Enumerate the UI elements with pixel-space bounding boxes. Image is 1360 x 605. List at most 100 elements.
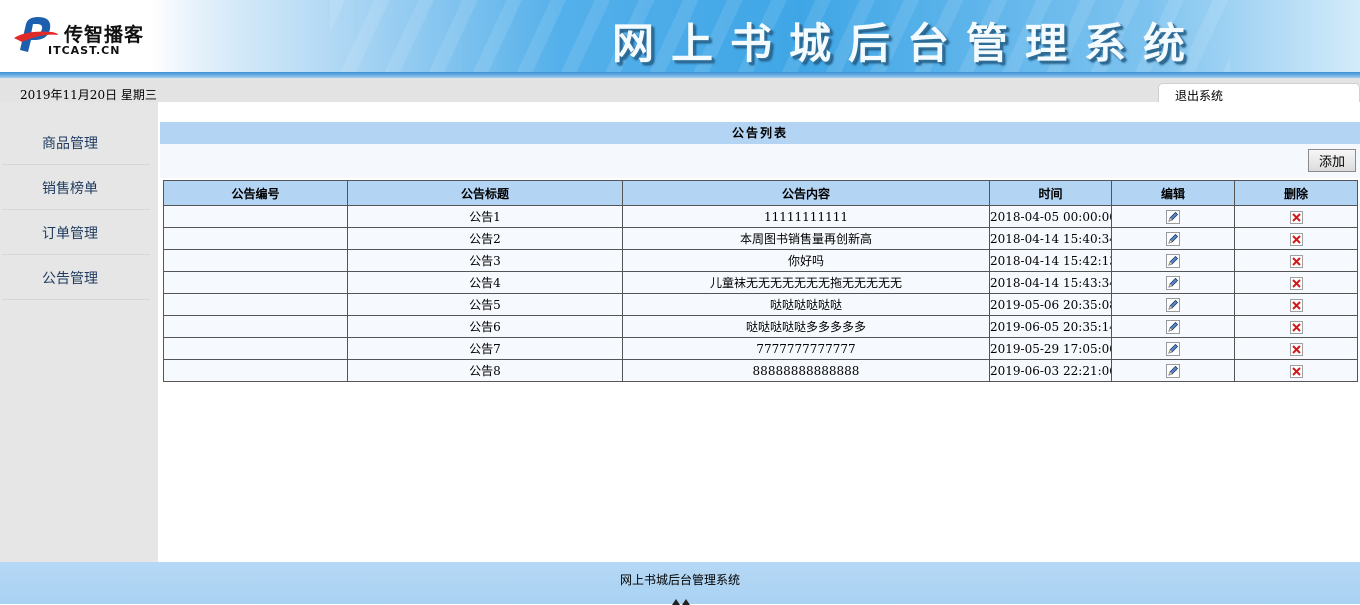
brand-name-cn: 传智播客: [64, 24, 145, 46]
notice-id: [163, 271, 348, 294]
edit-cell: [1111, 315, 1235, 338]
delete-cell: [1234, 271, 1358, 294]
sidebar-nav: 商品管理 销售榜单 订单管理 公告管理: [0, 102, 158, 562]
system-title: 网上书城后台管理系统: [612, 19, 1203, 68]
notice-table: 公告编号 公告标题 公告内容 时间 编辑 删除 公告1 11111111111 20…: [163, 180, 1358, 382]
edit-cell: [1111, 337, 1235, 360]
column-header-id: 公告编号: [163, 180, 348, 206]
delete-icon[interactable]: [1289, 364, 1303, 378]
notice-time: 2019-06-03 22:21:06.0: [989, 359, 1112, 382]
table-header-row: 公告编号 公告标题 公告内容 时间 编辑 删除: [163, 180, 1358, 206]
delete-cell: [1234, 227, 1358, 250]
main-content: 公告列表 添加 公告编号 公告标题 公告内容 时间 编辑 删除 公告1 11111…: [160, 102, 1360, 562]
delete-cell: [1234, 337, 1358, 360]
delete-cell: [1234, 205, 1358, 228]
notice-content: 本周图书销售量再创新高: [622, 227, 990, 250]
notice-title: 公告8: [347, 359, 623, 382]
table-row: 公告5哒哒哒哒哒哒2019-05-06 20:35:08.0: [163, 293, 1358, 316]
brand-logo: 传智播客 ITCAST.CN: [12, 14, 152, 60]
notice-time: 2018-04-14 15:42:13.0: [989, 249, 1112, 272]
notice-time: 2018-04-14 15:43:34.0: [989, 271, 1112, 294]
column-header-time: 时间: [989, 180, 1112, 206]
notice-title: 公告7: [347, 337, 623, 360]
edit-cell: [1111, 205, 1235, 228]
notice-content: 你好吗: [622, 249, 990, 272]
current-date: 2019年11月20日 星期三: [20, 88, 157, 102]
add-notice-button[interactable]: 添加: [1308, 149, 1356, 172]
table-row: 公告8888888888888882019-06-03 22:21:06.0: [163, 359, 1358, 382]
notice-content: 哒哒哒哒哒哒: [622, 293, 990, 316]
notice-title: 公告1: [347, 205, 623, 228]
table-row: 公告777777777777772019-05-29 17:05:00.0: [163, 337, 1358, 360]
edit-cell: [1111, 359, 1235, 382]
notice-id: [163, 359, 348, 382]
notice-time: 2018-04-14 15:40:34.0: [989, 227, 1112, 250]
app-header: 传智播客 ITCAST.CN 网上书城后台管理系统: [0, 0, 1360, 72]
notice-title: 公告5: [347, 293, 623, 316]
notice-title: 公告6: [347, 315, 623, 338]
sidebar-item-label: 销售榜单: [42, 181, 98, 197]
notice-title: 公告3: [347, 249, 623, 272]
delete-cell: [1234, 249, 1358, 272]
column-header-content: 公告内容: [622, 180, 990, 206]
sidebar-item-orders[interactable]: 订单管理: [2, 210, 150, 255]
edit-cell: [1111, 227, 1235, 250]
list-title: 公告列表: [160, 122, 1360, 144]
notice-content: 7777777777777: [622, 337, 990, 360]
column-header-edit: 编辑: [1111, 180, 1235, 206]
delete-cell: [1234, 315, 1358, 338]
edit-icon[interactable]: [1166, 341, 1180, 356]
list-toolbar: 添加: [160, 144, 1360, 178]
notice-id: [163, 337, 348, 360]
delete-icon[interactable]: [1289, 254, 1303, 268]
delete-icon[interactable]: [1289, 210, 1303, 224]
edit-icon[interactable]: [1166, 319, 1180, 334]
edit-icon[interactable]: [1166, 297, 1180, 312]
column-header-title: 公告标题: [347, 180, 623, 206]
delete-cell: [1234, 359, 1358, 382]
notice-time: 2019-05-29 17:05:00.0: [989, 337, 1112, 360]
notice-table-body: 公告1111111111112018-04-05 00:00:00.0公告2本周…: [163, 205, 1358, 382]
edit-icon[interactable]: [1166, 363, 1180, 378]
table-row: 公告3你好吗2018-04-14 15:42:13.0: [163, 249, 1358, 272]
scroll-up-icon[interactable]: [672, 599, 690, 605]
delete-icon[interactable]: [1289, 320, 1303, 334]
notice-content: 哒哒哒哒哒多多多多多: [622, 315, 990, 338]
delete-cell: [1234, 293, 1358, 316]
delete-icon[interactable]: [1289, 232, 1303, 246]
edit-icon[interactable]: [1166, 231, 1180, 246]
brand-name-en: ITCAST.CN: [48, 44, 121, 57]
notice-content: 儿童袜无无无无无无无拖无无无无无: [622, 271, 990, 294]
delete-icon[interactable]: [1289, 276, 1303, 290]
sidebar-item-notices[interactable]: 公告管理: [2, 255, 150, 300]
notice-time: 2019-05-06 20:35:08.0: [989, 293, 1112, 316]
logout-tab: 退出系统: [1158, 83, 1360, 103]
notice-time: 2019-06-05 20:35:14.0: [989, 315, 1112, 338]
app-footer: 网上书城后台管理系统: [0, 562, 1360, 605]
edit-cell: [1111, 249, 1235, 272]
table-row: 公告2本周图书销售量再创新高2018-04-14 15:40:34.0: [163, 227, 1358, 250]
edit-icon[interactable]: [1166, 253, 1180, 268]
table-row: 公告1111111111112018-04-05 00:00:00.0: [163, 205, 1358, 228]
column-header-delete: 删除: [1234, 180, 1358, 206]
notice-id: [163, 315, 348, 338]
notice-time: 2018-04-05 00:00:00.0: [989, 205, 1112, 228]
delete-icon[interactable]: [1289, 342, 1303, 356]
table-row: 公告6哒哒哒哒哒多多多多多2019-06-05 20:35:14.0: [163, 315, 1358, 338]
notice-title: 公告4: [347, 271, 623, 294]
delete-icon[interactable]: [1289, 298, 1303, 312]
sidebar-item-label: 公告管理: [42, 271, 98, 287]
sidebar-item-label: 商品管理: [42, 136, 98, 152]
edit-cell: [1111, 293, 1235, 316]
sidebar-item-label: 订单管理: [42, 226, 98, 242]
edit-icon[interactable]: [1166, 275, 1180, 290]
table-row: 公告4儿童袜无无无无无无无拖无无无无无2018-04-14 15:43:34.0: [163, 271, 1358, 294]
notice-id: [163, 205, 348, 228]
footer-text: 网上书城后台管理系统: [619, 573, 740, 587]
sidebar-item-sales-ranking[interactable]: 销售榜单: [2, 165, 150, 210]
sidebar-item-goods[interactable]: 商品管理: [2, 120, 150, 165]
info-bar: 2019年11月20日 星期三 退出系统: [0, 78, 1360, 103]
edit-icon[interactable]: [1166, 209, 1180, 224]
edit-cell: [1111, 271, 1235, 294]
notice-id: [163, 293, 348, 316]
